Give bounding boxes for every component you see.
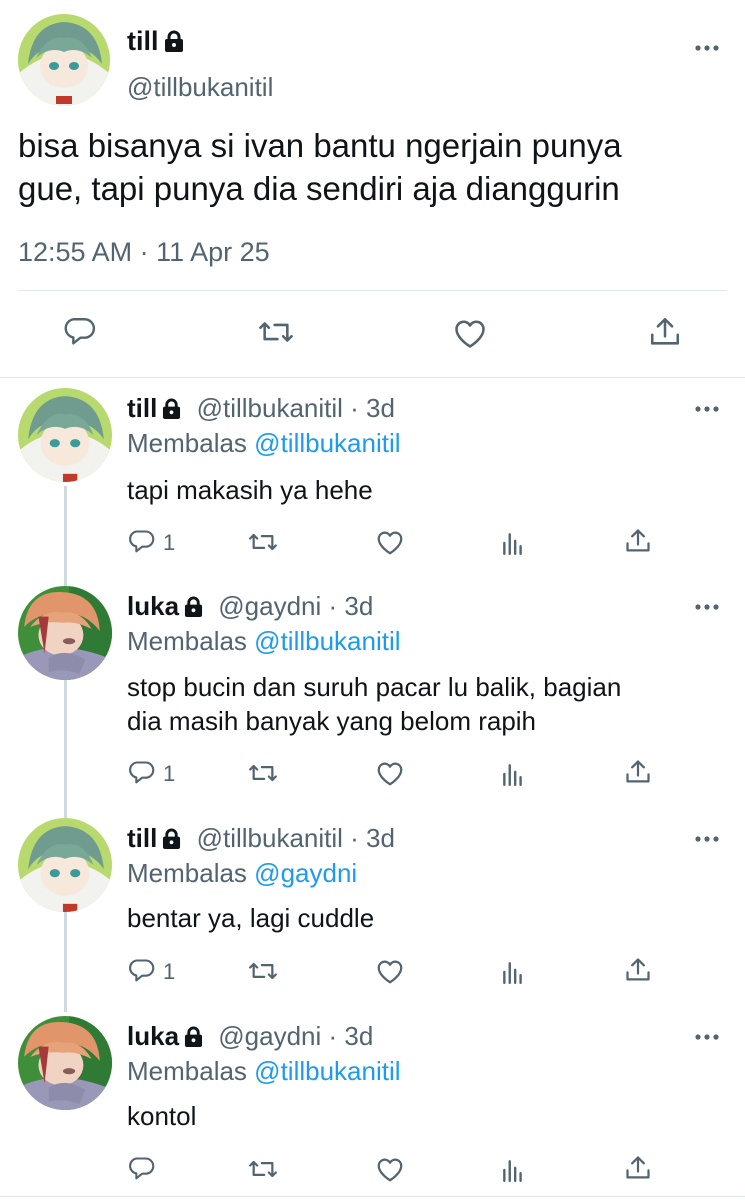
author-handle[interactable]: @tillbukanitil: [127, 72, 273, 103]
tweet-text-line-2: gue, tapi punya dia sendiri aja dianggur…: [18, 170, 620, 207]
avatar[interactable]: [18, 14, 110, 106]
views-icon[interactable]: [500, 530, 526, 556]
reply-header[interactable]: luka @gaydni · 3d: [127, 591, 373, 624]
heart-icon[interactable]: [375, 1155, 405, 1183]
author-name[interactable]: till: [127, 393, 157, 423]
mention-link[interactable]: @tillbukanitil: [254, 428, 400, 458]
author-handle[interactable]: @gaydni: [218, 1021, 321, 1051]
avatar[interactable]: [18, 818, 112, 912]
mention-link[interactable]: @tillbukanitil: [254, 626, 400, 656]
reply-header[interactable]: till @tillbukanitil · 3d: [127, 393, 395, 426]
reply-icon[interactable]: [127, 1155, 155, 1183]
retweet-icon[interactable]: [247, 1155, 279, 1183]
lock-icon: [164, 28, 184, 59]
author-name[interactable]: luka: [127, 591, 179, 621]
tweet-text-line-1: bisa bisanya si ivan bantu ngerjain puny…: [18, 127, 622, 164]
reply-count: 1: [163, 530, 176, 555]
divider: [0, 1196, 745, 1197]
replying-to: Membalas @tillbukanitil: [127, 428, 401, 458]
reply-count: 1: [163, 959, 176, 984]
reply-icon[interactable]: [127, 528, 155, 556]
author-name[interactable]: luka: [127, 1021, 179, 1051]
author-handle[interactable]: @tillbukanitil: [197, 393, 343, 423]
reply-age[interactable]: 3d: [344, 1021, 373, 1051]
reply-text: kontol: [127, 1101, 197, 1131]
replying-to: Membalas @gaydni: [127, 858, 358, 888]
reply-header[interactable]: till @tillbukanitil · 3d: [127, 823, 395, 856]
reply-text: bentar ya, lagi cuddle: [127, 903, 375, 933]
heart-icon[interactable]: [375, 957, 405, 985]
mention-link[interactable]: @tillbukanitil: [254, 1056, 400, 1086]
retweet-icon[interactable]: [257, 315, 295, 349]
thread-line: [64, 486, 67, 1012]
avatar[interactable]: [18, 1016, 112, 1110]
reply-icon[interactable]: [62, 315, 96, 349]
retweet-icon[interactable]: [247, 528, 279, 556]
divider: [0, 377, 745, 378]
retweet-icon[interactable]: [247, 957, 279, 985]
share-icon[interactable]: [624, 1154, 652, 1182]
mention-link[interactable]: @gaydni: [254, 858, 357, 888]
author-name[interactable]: till: [127, 26, 184, 59]
views-icon[interactable]: [500, 959, 526, 985]
reply-header[interactable]: luka @gaydni · 3d: [127, 1021, 373, 1054]
replying-to: Membalas @tillbukanitil: [127, 626, 401, 656]
tweet-timestamp[interactable]: 12:55 AM · 11 Apr 25: [18, 237, 270, 268]
avatar[interactable]: [18, 388, 112, 482]
share-icon[interactable]: [648, 314, 682, 350]
reply-icon[interactable]: [127, 759, 155, 787]
reply-text-line-2: dia masih banyak yang belom rapih: [127, 706, 537, 736]
more-icon[interactable]: [694, 831, 720, 842]
divider: [18, 290, 727, 291]
reply-text: tapi makasih ya hehe: [127, 475, 373, 505]
heart-icon[interactable]: [375, 528, 405, 556]
reply-age[interactable]: 3d: [366, 393, 395, 423]
reply-age[interactable]: 3d: [344, 591, 373, 621]
more-icon[interactable]: [694, 40, 720, 51]
heart-icon[interactable]: [452, 316, 488, 350]
author-handle[interactable]: @tillbukanitil: [197, 823, 343, 853]
reply-icon[interactable]: [127, 957, 155, 985]
lock-icon: [162, 825, 181, 856]
views-icon[interactable]: [500, 1157, 526, 1183]
reply-age[interactable]: 3d: [366, 823, 395, 853]
more-icon[interactable]: [694, 401, 720, 412]
reply-text-line-1: stop bucin dan suruh pacar lu balik, bag…: [127, 672, 622, 702]
lock-icon: [184, 1023, 203, 1054]
retweet-icon[interactable]: [247, 759, 279, 787]
author-handle[interactable]: @gaydni: [218, 591, 321, 621]
lock-icon: [184, 593, 203, 624]
share-icon[interactable]: [624, 956, 652, 984]
heart-icon[interactable]: [375, 759, 405, 787]
views-icon[interactable]: [500, 761, 526, 787]
share-icon[interactable]: [624, 758, 652, 786]
more-icon[interactable]: [694, 1029, 720, 1040]
avatar[interactable]: [18, 586, 112, 680]
more-icon[interactable]: [694, 599, 720, 610]
author-name[interactable]: till: [127, 823, 157, 853]
replying-to: Membalas @tillbukanitil: [127, 1056, 401, 1086]
share-icon[interactable]: [624, 527, 652, 555]
reply-count: 1: [163, 761, 176, 786]
lock-icon: [162, 395, 181, 426]
